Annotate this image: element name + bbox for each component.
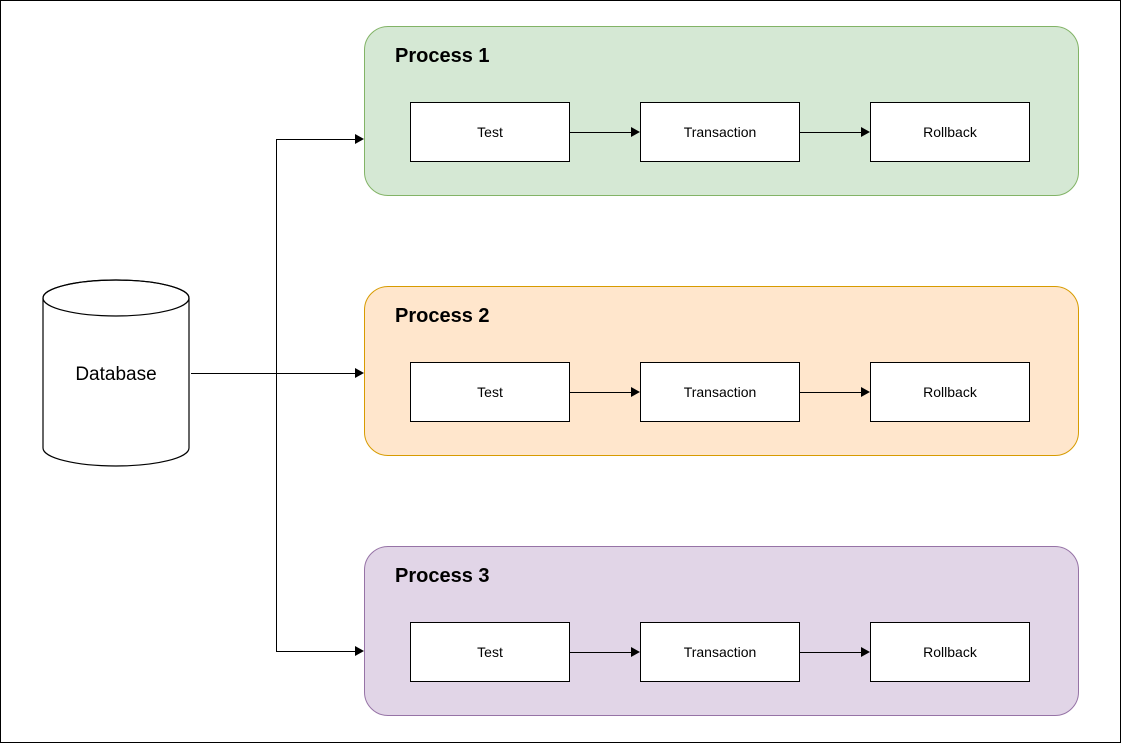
step-box: Test	[410, 102, 570, 162]
step-box: Transaction	[640, 622, 800, 682]
step-box: Test	[410, 362, 570, 422]
arrow-right-icon	[631, 647, 640, 657]
process-3: Process 3 Test Transaction Rollback	[364, 546, 1079, 716]
process-1: Process 1 Test Transaction Rollback	[364, 26, 1079, 196]
connector-line	[800, 132, 861, 133]
connector-line	[570, 392, 631, 393]
arrow-right-icon	[355, 368, 364, 378]
arrow-right-icon	[861, 387, 870, 397]
connector-line	[191, 373, 276, 374]
arrow-right-icon	[861, 647, 870, 657]
connector-line	[570, 652, 631, 653]
arrow-right-icon	[355, 134, 364, 144]
arrow-right-icon	[861, 127, 870, 137]
connector-line	[800, 652, 861, 653]
connector-line	[276, 139, 277, 651]
process-title: Process 1	[395, 45, 490, 68]
step-box: Transaction	[640, 362, 800, 422]
process-2: Process 2 Test Transaction Rollback	[364, 286, 1079, 456]
step-box: Rollback	[870, 622, 1030, 682]
database-node: Database	[41, 278, 191, 468]
step-box: Rollback	[870, 362, 1030, 422]
step-box: Rollback	[870, 102, 1030, 162]
connector-line	[276, 373, 355, 374]
connector-line	[276, 651, 355, 652]
connector-line	[570, 132, 631, 133]
process-title: Process 3	[395, 565, 490, 588]
step-box: Test	[410, 622, 570, 682]
process-title: Process 2	[395, 305, 490, 328]
step-box: Transaction	[640, 102, 800, 162]
arrow-right-icon	[355, 646, 364, 656]
arrow-right-icon	[631, 127, 640, 137]
connector-line	[800, 392, 861, 393]
connector-line	[276, 139, 355, 140]
diagram-canvas: Database Process 1 Test Transaction Rollbac…	[0, 0, 1121, 743]
database-label: Database	[75, 364, 156, 386]
arrow-right-icon	[631, 387, 640, 397]
